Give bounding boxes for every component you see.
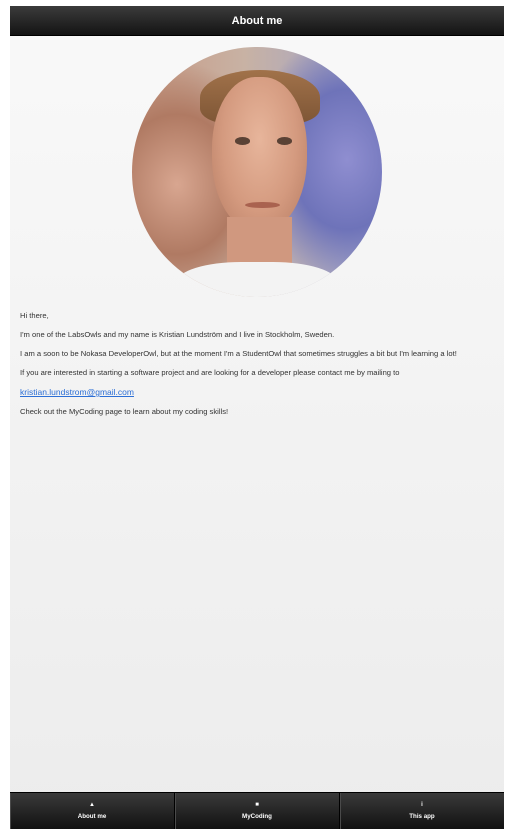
- photo-shirt: [177, 262, 337, 297]
- profile-photo: [132, 47, 382, 297]
- app-window: About me Hi there, I'm one of the LabsOw…: [10, 6, 504, 829]
- dot-icon: ■: [255, 802, 259, 808]
- intro-text: I'm one of the LabsOwls and my name is K…: [20, 330, 335, 339]
- info-icon: i: [421, 802, 423, 808]
- page-title: About me: [231, 14, 283, 27]
- up-arrow-icon: ▲: [89, 802, 95, 808]
- tab-label: MyCoding: [242, 813, 272, 820]
- status-text: I am a soon to be Nokasa DeveloperOwl, b…: [20, 349, 457, 358]
- coding-text: Check out the MyCoding page to learn abo…: [20, 407, 229, 416]
- header-bar: About me: [10, 6, 504, 36]
- photo-face: [212, 77, 307, 232]
- photo-eye-left: [234, 137, 250, 145]
- email-paragraph: kristian.lundstrom@gmail.com: [20, 387, 494, 398]
- about-text: Hi there, I'm one of the LabsOwls and my…: [20, 311, 494, 417]
- tab-bar: ▲ About me ■ MyCoding i This app: [10, 792, 504, 829]
- tab-label: This app: [409, 813, 435, 820]
- greeting-text: Hi there,: [20, 311, 49, 320]
- main-content: Hi there, I'm one of the LabsOwls and my…: [10, 36, 504, 792]
- tab-this-app[interactable]: i This app: [340, 793, 504, 829]
- photo-eye-right: [277, 137, 292, 145]
- tab-about-me[interactable]: ▲ About me: [10, 793, 175, 829]
- email-link[interactable]: kristian.lundstrom@gmail.com: [20, 387, 134, 397]
- contact-text: If you are interested in starting a soft…: [20, 368, 400, 377]
- tab-mycoding[interactable]: ■ MyCoding: [175, 793, 340, 829]
- tab-label: About me: [77, 813, 107, 820]
